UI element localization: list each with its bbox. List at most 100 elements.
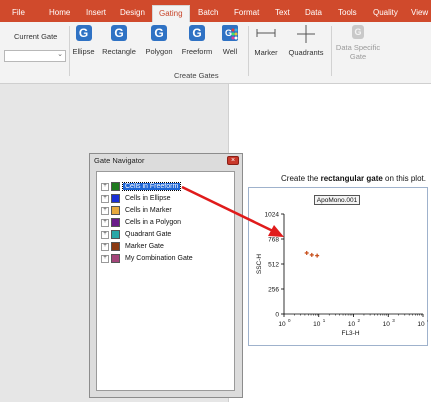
tab-text[interactable]: Text bbox=[275, 8, 290, 17]
data-point bbox=[315, 253, 320, 258]
tab-batch[interactable]: Batch bbox=[198, 8, 218, 17]
gate-tree-item-label: Marker Gate bbox=[125, 243, 164, 251]
polygon-gate-label: Polygon bbox=[145, 47, 173, 56]
gate-tree-item[interactable]: + Cells in a Polygon bbox=[101, 218, 183, 228]
marker-gate-button[interactable]: Marker bbox=[252, 25, 280, 57]
x-tick-label: 10 bbox=[348, 321, 356, 328]
tab-format[interactable]: Format bbox=[234, 8, 259, 17]
freeform-gate-label: Freeform bbox=[181, 47, 213, 56]
ellipse-gate-button[interactable]: G Ellipse bbox=[71, 25, 96, 56]
instruction-text: Create the rectangular gate on this plot… bbox=[281, 174, 426, 183]
marker-icon bbox=[256, 29, 276, 37]
x-tick-exponent: 0 bbox=[288, 318, 291, 323]
gate-tree-item[interactable]: + Cells in Ellipse bbox=[101, 194, 173, 204]
ellipse-gate-label: Ellipse bbox=[72, 47, 95, 56]
gate-tree-item-label: My Combination Gate bbox=[125, 255, 193, 263]
tab-file[interactable]: File bbox=[12, 8, 25, 17]
gate-color-swatch bbox=[111, 182, 120, 192]
x-tick-label: 10 bbox=[383, 321, 391, 328]
gate-tree-item[interactable]: + Cells in Marker bbox=[101, 206, 174, 216]
x-tick-exponent: 1 bbox=[323, 318, 326, 323]
expand-icon[interactable]: + bbox=[101, 242, 109, 251]
gate-icon: G bbox=[189, 25, 205, 41]
x-tick-label: 10 bbox=[417, 321, 425, 328]
expand-icon[interactable]: + bbox=[101, 230, 109, 239]
gate-navigator-title: Gate Navigator bbox=[94, 156, 145, 165]
ribbon-separator bbox=[331, 26, 332, 76]
gate-icon: G bbox=[151, 25, 167, 41]
gate-tree-item-label: Cells in a Polygon bbox=[125, 219, 182, 227]
gate-tree-item[interactable]: + My Combination Gate bbox=[101, 254, 195, 264]
data-point bbox=[304, 250, 309, 255]
gate-tree-item-label: Cells in Freeform bbox=[121, 182, 182, 192]
ribbon-separator bbox=[69, 26, 70, 76]
gate-tree-item-label: Cells in Marker bbox=[125, 207, 172, 215]
quadrants-gate-label: Quadrants bbox=[288, 48, 324, 57]
current-gate-dropdown[interactable]: ⌄ bbox=[4, 50, 66, 62]
instruction-suffix: on this plot. bbox=[382, 174, 426, 183]
gate-icon: G bbox=[111, 25, 127, 41]
gate-navigator-window[interactable]: Gate Navigator × + Cells in Freeform + Cel… bbox=[89, 153, 243, 398]
gate-icon: G bbox=[352, 25, 364, 39]
y-tick-label: 512 bbox=[268, 262, 279, 269]
current-gate-label: Current Gate bbox=[14, 32, 58, 41]
data-specific-gate-button[interactable]: G Data Specific Gate bbox=[335, 25, 381, 61]
gate-tree-item[interactable]: + Quadrant Gate bbox=[101, 230, 173, 240]
gate-color-swatch bbox=[111, 254, 120, 264]
gate-icon: G bbox=[75, 25, 92, 41]
marker-gate-label: Marker bbox=[254, 48, 278, 57]
tab-data[interactable]: Data bbox=[305, 8, 322, 17]
svg-text:G: G bbox=[225, 28, 232, 38]
scatter-plot[interactable]: 02565127681024100101102103104FL3-HSSC-H bbox=[248, 205, 428, 345]
tab-design[interactable]: Design bbox=[120, 8, 145, 17]
rectangle-gate-button[interactable]: G Rectangle bbox=[100, 25, 138, 56]
gate-color-swatch bbox=[111, 194, 120, 204]
y-tick-label: 256 bbox=[268, 287, 279, 294]
y-tick-label: 0 bbox=[275, 312, 279, 319]
tab-gating[interactable]: Gating bbox=[152, 5, 190, 22]
ribbon-separator bbox=[248, 26, 249, 76]
y-axis-label: SSC-H bbox=[256, 254, 263, 275]
tab-tools[interactable]: Tools bbox=[338, 8, 357, 17]
polygon-gate-button[interactable]: G Polygon bbox=[142, 25, 176, 56]
expand-icon[interactable]: + bbox=[101, 194, 109, 203]
chevron-down-icon: ⌄ bbox=[57, 51, 63, 58]
tab-quality[interactable]: Quality bbox=[373, 8, 398, 17]
well-gate-label: Well bbox=[222, 47, 238, 56]
instruction-prefix: Create the bbox=[281, 174, 321, 183]
gate-tree-item[interactable]: + Cells in Freeform bbox=[101, 182, 182, 192]
well-gate-button[interactable]: G Well bbox=[219, 25, 241, 56]
well-grid-icon: G bbox=[222, 25, 238, 41]
expand-icon[interactable]: + bbox=[101, 254, 109, 263]
y-tick-label: 1024 bbox=[265, 212, 280, 219]
rectangle-gate-label: Rectangle bbox=[102, 47, 136, 56]
data-point bbox=[309, 252, 314, 257]
x-tick-exponent: 3 bbox=[392, 318, 395, 323]
x-tick-exponent: 2 bbox=[358, 318, 361, 323]
create-gates-group-title: Create Gates bbox=[174, 71, 219, 80]
x-tick-exponent: 4 bbox=[427, 318, 428, 323]
gate-tree[interactable]: + Cells in Freeform + Cells in Ellipse + Ce… bbox=[96, 171, 235, 391]
data-specific-gate-label: Data Specific Gate bbox=[335, 43, 381, 61]
plot-title: ApoMono.001 bbox=[314, 195, 360, 205]
x-tick-label: 10 bbox=[313, 321, 321, 328]
ribbon-gating-panel: Current Gate ⌄ G Ellipse G Rectangle G P… bbox=[0, 22, 431, 84]
instruction-emphasis: rectangular gate bbox=[320, 174, 383, 183]
freeform-gate-button[interactable]: G Freeform bbox=[180, 25, 214, 56]
expand-icon[interactable]: + bbox=[101, 206, 109, 215]
quadrants-icon bbox=[297, 25, 315, 43]
gate-color-swatch bbox=[111, 242, 120, 252]
gate-tree-item-label: Cells in Ellipse bbox=[125, 195, 171, 203]
gate-tree-item-label: Quadrant Gate bbox=[125, 231, 172, 239]
quadrants-gate-button[interactable]: Quadrants bbox=[285, 25, 327, 57]
tab-insert[interactable]: Insert bbox=[86, 8, 106, 17]
expand-icon[interactable]: + bbox=[101, 218, 109, 227]
gate-color-swatch bbox=[111, 206, 120, 216]
tab-view[interactable]: View bbox=[411, 8, 428, 17]
gate-tree-item[interactable]: + Marker Gate bbox=[101, 242, 166, 252]
close-icon[interactable]: × bbox=[227, 156, 239, 165]
x-tick-label: 10 bbox=[278, 321, 286, 328]
tab-home[interactable]: Home bbox=[49, 8, 70, 17]
expand-icon[interactable]: + bbox=[101, 182, 109, 191]
y-tick-label: 768 bbox=[268, 237, 279, 244]
